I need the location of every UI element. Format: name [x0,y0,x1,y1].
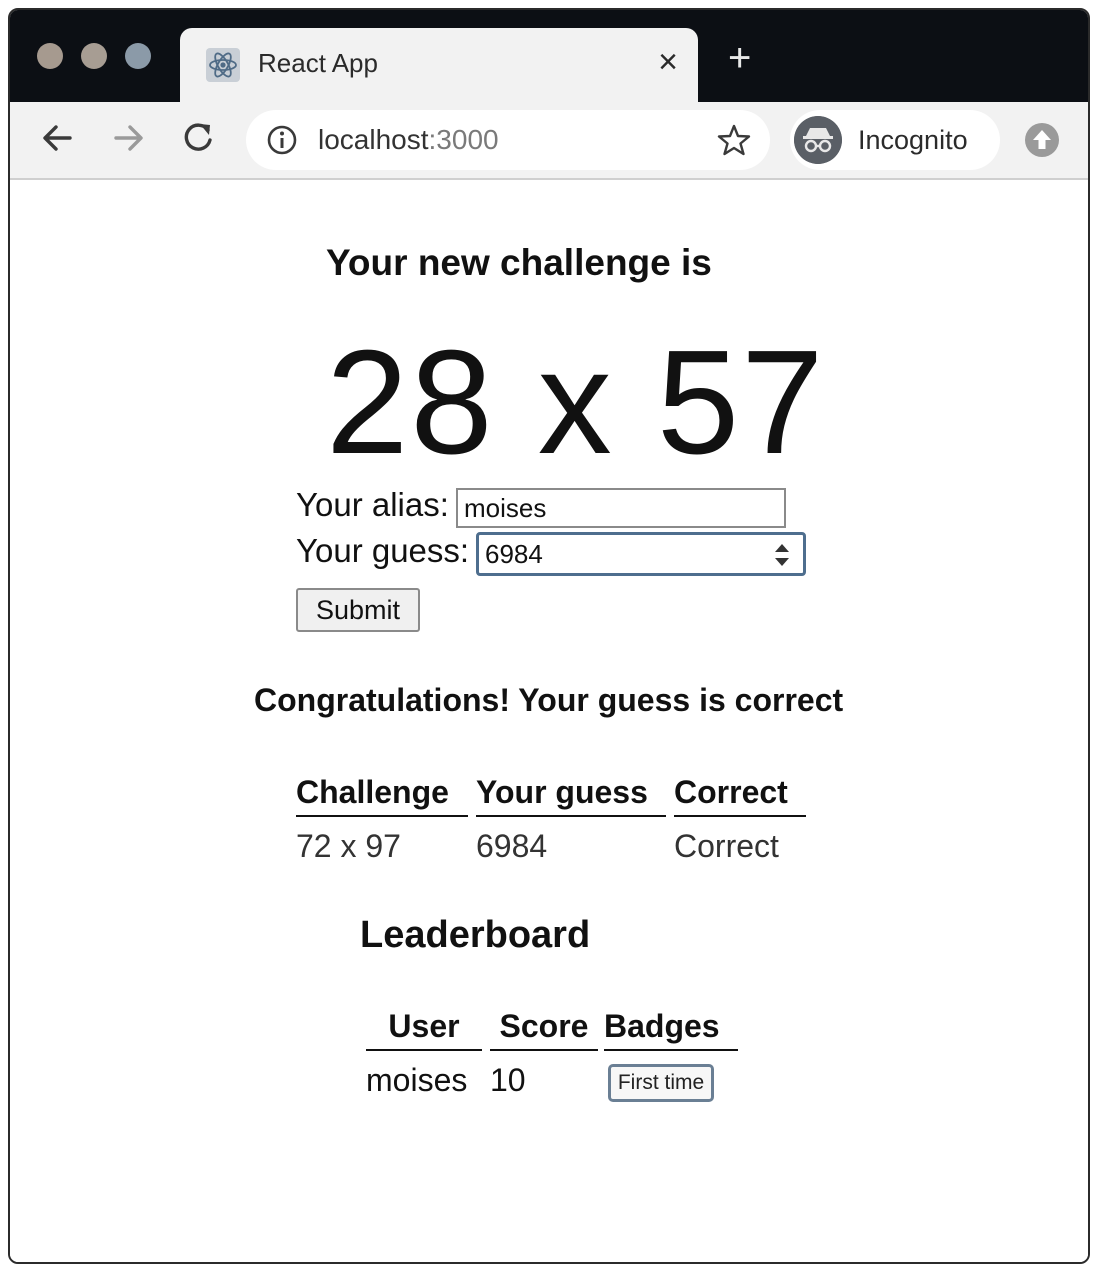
tab-title: React App [258,48,378,78]
forward-arrow-icon[interactable] [106,116,150,160]
attempt-guess-cell: 6984 [476,828,548,864]
address-bar[interactable]: localhost:3000 [246,110,770,170]
back-arrow-icon[interactable] [36,116,80,160]
leaderboard-header-user: User [366,1008,482,1051]
challenge-heading: Your new challenge is [326,242,712,283]
challenge-text: 28 x 57 [326,320,826,485]
url-host: localhost [318,124,429,155]
guess-input[interactable]: 6984 [476,532,806,576]
url-text[interactable]: localhost:3000 [318,124,499,156]
attempts-header-guess: Your guess [476,774,666,817]
close-window-button[interactable] [37,43,63,69]
leaderboard-user-cell: moises [366,1062,468,1098]
url-port: :3000 [428,124,499,155]
react-logo-icon [206,48,240,82]
incognito-icon [794,116,842,164]
new-tab-button[interactable]: + [728,38,751,78]
leaderboard-score-cell: 10 [490,1062,526,1098]
leaderboard-title: Leaderboard [360,914,591,956]
attempt-correct-cell: Correct [674,828,779,864]
reload-icon[interactable] [176,116,220,160]
info-icon[interactable] [266,124,298,156]
browser-window: React App × + localhost:3000 Incognito Y… [8,8,1090,1264]
bookmark-star-icon[interactable] [716,122,752,158]
minimize-window-button[interactable] [81,43,107,69]
incognito-label: Incognito [858,125,968,155]
leaderboard-header-badges: Badges [604,1008,738,1051]
page-content: Your new challenge is 28 x 57 Your alias… [10,180,1088,1262]
result-message: Congratulations! Your guess is correct [254,682,844,718]
submit-button[interactable]: Submit [296,588,420,632]
browser-toolbar: localhost:3000 Incognito [10,102,1088,180]
number-spinner-icon[interactable] [771,541,793,569]
alias-input[interactable]: moises [456,488,786,528]
tab-strip: React App × + [10,10,1088,102]
attempt-challenge-cell: 72 x 97 [296,828,401,864]
tab-react-app[interactable]: React App × [180,28,698,102]
first-time-badge: First time [608,1064,714,1102]
leaderboard-header-score: Score [490,1008,598,1051]
incognito-indicator[interactable]: Incognito [790,110,1000,170]
alias-label: Your alias: [296,486,449,523]
tab-close-icon[interactable]: × [658,42,678,82]
update-icon[interactable] [1024,122,1060,158]
guess-label: Your guess: [296,532,470,569]
attempts-header-challenge: Challenge [296,774,468,817]
attempts-header-correct: Correct [674,774,806,817]
maximize-window-button[interactable] [125,43,151,69]
guess-value: 6984 [485,539,543,569]
